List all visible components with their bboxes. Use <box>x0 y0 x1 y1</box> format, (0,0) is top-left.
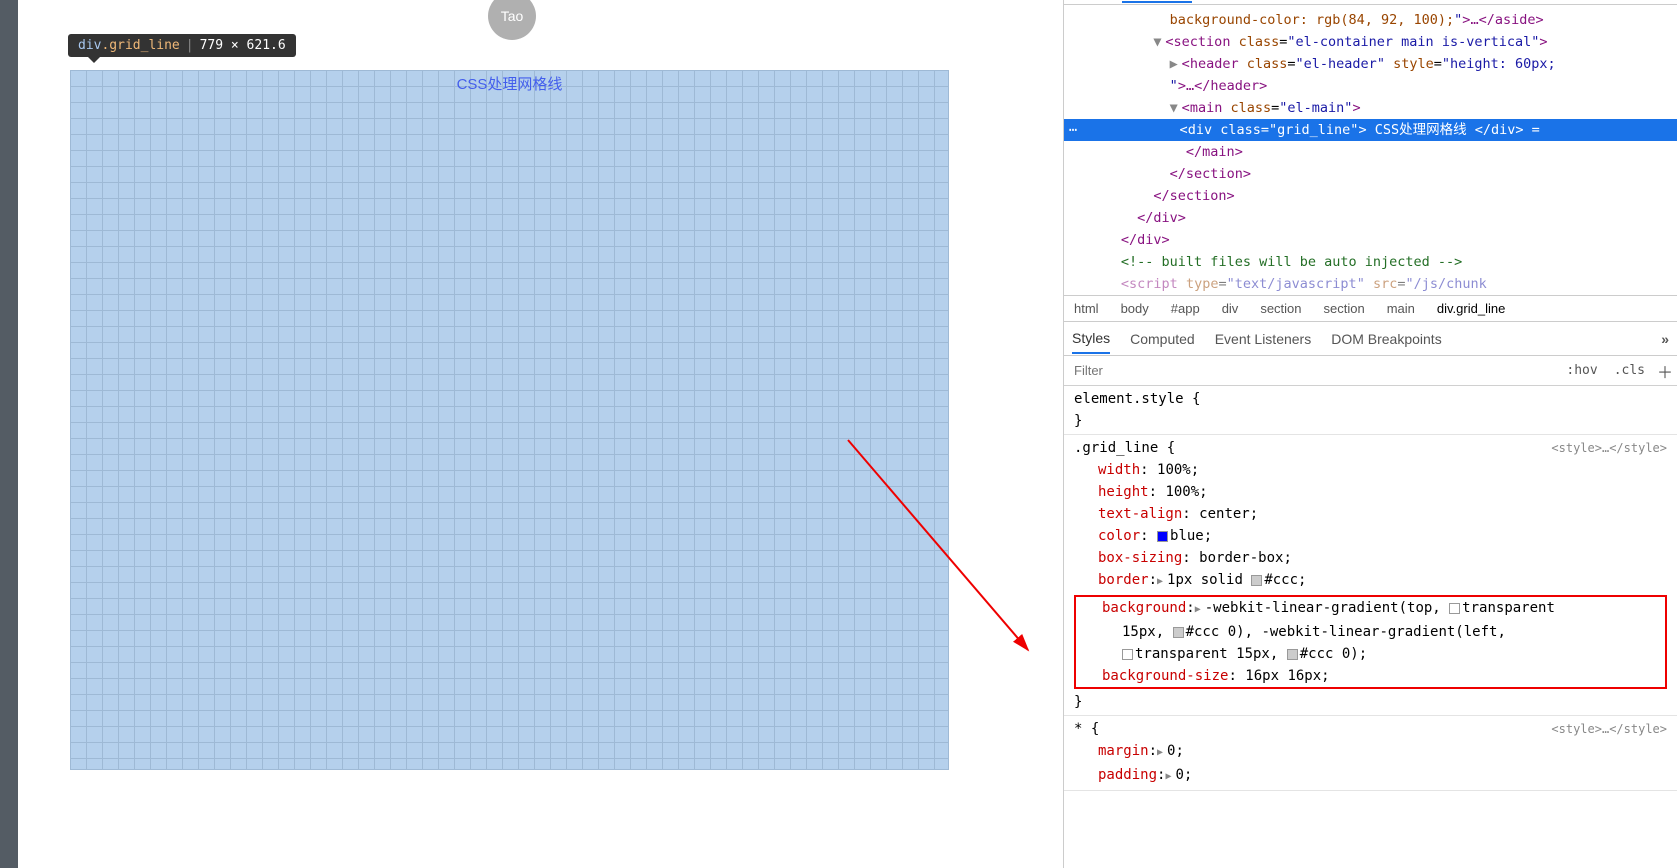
val[interactable]: 100% <box>1165 484 1199 500</box>
val[interactable]: transparent <box>1462 600 1555 616</box>
new-rule-button[interactable]: ＋ <box>1653 359 1677 383</box>
selected-element-line[interactable]: ⋯ <div class="grid_line"> CSS处理网格线 </div… <box>1064 119 1677 141</box>
prop[interactable]: color <box>1098 528 1140 544</box>
aside-close: …</aside> <box>1470 12 1543 28</box>
attr: grid_line <box>1277 122 1350 138</box>
selector: element.style <box>1074 391 1184 407</box>
crumb[interactable]: body <box>1121 301 1149 316</box>
comment: <!-- built files will be auto injected -… <box>1121 254 1462 270</box>
crumb[interactable]: #app <box>1171 301 1200 316</box>
val[interactable]: #ccc <box>1300 646 1334 662</box>
hov-toggle[interactable]: :hov <box>1558 363 1605 378</box>
color-swatch-icon[interactable] <box>1157 531 1168 542</box>
tab-sources[interactable]: Sources <box>1276 0 1339 2</box>
prop[interactable]: border <box>1098 572 1149 588</box>
app-sidebar <box>0 0 18 868</box>
attr: /js/chunk <box>1414 276 1487 292</box>
tooltip-dimensions: 779 × 621.6 <box>200 38 286 53</box>
val[interactable]: 0 <box>1175 767 1183 783</box>
crumb[interactable]: section <box>1260 301 1301 316</box>
color-swatch-icon[interactable] <box>1173 627 1184 638</box>
crumb-active[interactable]: div.grid_line <box>1437 301 1505 316</box>
rule-source[interactable]: <style>…</style> <box>1551 437 1667 459</box>
attr: el-container main is-vertical <box>1296 34 1532 50</box>
prop[interactable]: margin <box>1098 743 1149 759</box>
val[interactable]: #ccc <box>1264 572 1298 588</box>
elements-tree[interactable]: background-color: rgb(84, 92, 100);">…</… <box>1064 5 1677 295</box>
rule-source[interactable]: <style>…</style> <box>1551 718 1667 740</box>
styles-pane[interactable]: element.style { } <style>…</style> .grid… <box>1064 386 1677 868</box>
brace: { <box>1184 391 1201 407</box>
val[interactable]: 0), -webkit-linear-gradient(left, <box>1219 624 1506 640</box>
val[interactable]: 0) <box>1333 646 1358 662</box>
devtools-panel: ◰ ▭ Elements Console Sources ⋮ backgroun… <box>1063 0 1677 868</box>
text-node: CSS处理网格线 <box>1367 122 1475 138</box>
crumb[interactable]: section <box>1324 301 1365 316</box>
val[interactable]: 0 <box>1167 743 1175 759</box>
styles-tabs: Styles Computed Event Listeners DOM Brea… <box>1064 322 1677 356</box>
crumb[interactable]: html <box>1074 301 1099 316</box>
styles-filter-input[interactable] <box>1064 359 1558 382</box>
prop[interactable]: padding <box>1098 767 1157 783</box>
inspect-tooltip: div.grid_line | 779 × 621.6 <box>68 34 296 57</box>
color-swatch-icon[interactable] <box>1122 649 1133 660</box>
annotation-highlight-box: background:▶-webkit-linear-gradient(top,… <box>1074 595 1667 689</box>
val[interactable]: center <box>1199 506 1250 522</box>
attr: text/javascript <box>1235 276 1357 292</box>
tab-console[interactable]: Console <box>1202 0 1265 2</box>
attr: height: 60px; <box>1450 56 1556 72</box>
val[interactable]: border-box <box>1199 550 1283 566</box>
val[interactable]: 15px, <box>1228 646 1287 662</box>
close-div: </div> <box>1121 232 1170 248</box>
tab-styles[interactable]: Styles <box>1072 324 1110 354</box>
close-section: </section> <box>1153 188 1234 204</box>
close-main: </main> <box>1186 144 1243 160</box>
tab-computed[interactable]: Computed <box>1130 325 1195 353</box>
prop[interactable]: height <box>1098 484 1149 500</box>
cls-toggle[interactable]: .cls <box>1606 363 1653 378</box>
val[interactable]: blue <box>1170 528 1204 544</box>
more-tabs-icon[interactable]: » <box>1661 331 1669 347</box>
attr: el-header <box>1304 56 1377 72</box>
header-close: …</header> <box>1186 78 1267 94</box>
star-rule[interactable]: <style>…</style> * { margin:▶0; padding:… <box>1064 716 1677 791</box>
val[interactable]: -webkit-linear-gradient(top, <box>1205 600 1449 616</box>
tab-event-listeners[interactable]: Event Listeners <box>1215 325 1312 353</box>
breadcrumb[interactable]: html body #app div section section main … <box>1064 295 1677 322</box>
close-div: </div> <box>1137 210 1186 226</box>
prop[interactable]: background <box>1102 600 1186 616</box>
tooltip-class: .grid_line <box>101 38 179 53</box>
element-style-rule[interactable]: element.style { } <box>1064 386 1677 435</box>
css-text: background-color: rgb(84, 92, 100); <box>1170 12 1454 28</box>
crumb[interactable]: div <box>1222 301 1239 316</box>
tab-dom-breakpoints[interactable]: DOM Breakpoints <box>1331 325 1441 353</box>
grid-line-rule[interactable]: <style>…</style> .grid_line { width: 100… <box>1064 435 1677 716</box>
selector: * <box>1074 721 1082 737</box>
attr: el-main <box>1287 100 1344 116</box>
close-section: </section> <box>1170 166 1251 182</box>
tooltip-tag: div <box>78 38 101 53</box>
val[interactable]: 16px 16px <box>1245 668 1321 684</box>
color-swatch-icon[interactable] <box>1449 603 1460 614</box>
crumb[interactable]: main <box>1387 301 1415 316</box>
val[interactable]: 100% <box>1157 462 1191 478</box>
tab-elements[interactable]: Elements <box>1122 0 1192 3</box>
brace: } <box>1074 413 1082 429</box>
selector: .grid_line <box>1074 440 1158 456</box>
avatar[interactable]: Tao <box>488 0 536 40</box>
val[interactable]: #ccc <box>1186 624 1220 640</box>
rendered-page: Tao div.grid_line | 779 × 621.6 CSS处理网格线 <box>18 0 1063 868</box>
prop[interactable]: background-size <box>1102 668 1228 684</box>
color-swatch-icon[interactable] <box>1251 575 1262 586</box>
grid-line-div[interactable]: CSS处理网格线 <box>70 70 949 770</box>
color-swatch-icon[interactable] <box>1287 649 1298 660</box>
prop[interactable]: box-sizing <box>1098 550 1182 566</box>
val[interactable]: 1px solid <box>1167 572 1251 588</box>
prop[interactable]: width <box>1098 462 1140 478</box>
val[interactable]: 15px, <box>1122 624 1173 640</box>
styles-filter-row: :hov .cls ＋ <box>1064 356 1677 386</box>
prop[interactable]: text-align <box>1098 506 1182 522</box>
val[interactable]: transparent <box>1135 646 1228 662</box>
